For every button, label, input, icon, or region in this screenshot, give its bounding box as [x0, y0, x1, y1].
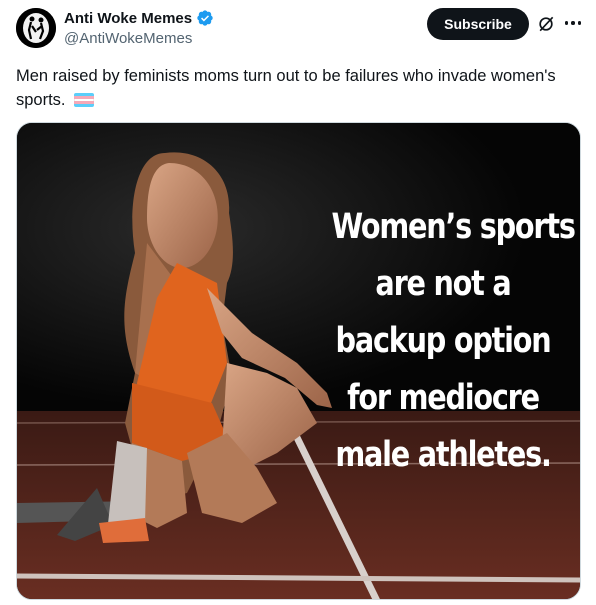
meme-line: male athletes.	[335, 435, 552, 475]
author-name-row[interactable]: Anti Woke Memes	[64, 9, 214, 27]
verified-badge-icon	[197, 10, 213, 26]
meme-line: Women’s sports	[331, 207, 575, 247]
tweet-body: Men raised by feminists moms turn out to…	[16, 67, 556, 109]
meme-line: for mediocre	[347, 378, 540, 418]
meme-overlay-text: Women’s sports are not a backup option f…	[331, 199, 575, 484]
author-handle[interactable]: @AntiWokeMemes	[64, 30, 192, 47]
meme-line: backup option	[335, 321, 552, 361]
subscribe-button[interactable]: Subscribe	[427, 8, 529, 40]
tweet-text: Men raised by feminists moms turn out to…	[16, 64, 576, 112]
tweet-media-image[interactable]: Women’s sports are not a backup option f…	[16, 122, 581, 600]
avatar[interactable]	[16, 8, 56, 48]
grok-icon[interactable]	[536, 14, 556, 34]
transgender-flag-emoji	[74, 93, 95, 107]
meme-line: are not a	[375, 264, 511, 304]
avatar-image	[16, 8, 56, 48]
more-horizontal-icon[interactable]	[562, 13, 584, 33]
author-display-name[interactable]: Anti Woke Memes	[64, 10, 192, 27]
